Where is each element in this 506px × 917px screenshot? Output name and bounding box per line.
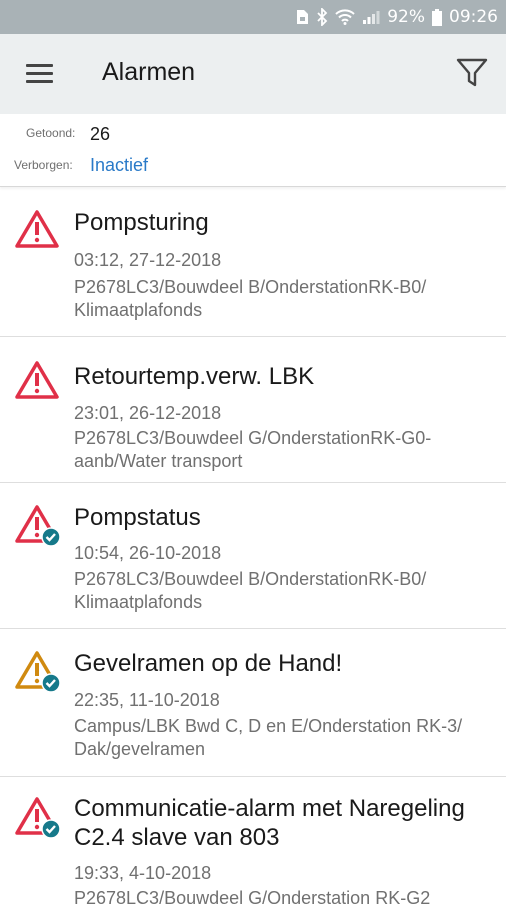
alarm-name: Pompsturing [74,209,209,236]
shown-label: Getoond: [26,126,76,140]
app-bar: Alarmen [0,34,506,114]
alarm-path-line: P2678LC3/Bouwdeel G/OnderstationRK-G0- [74,428,432,448]
hamburger-menu-icon[interactable] [26,63,54,85]
status-bar: 92% 09:26 [0,0,506,34]
warning-triangle-icon [15,210,59,248]
alarm-path: P2678LC3/Bouwdeel B/OnderstationRK-B0/ K… [74,276,494,322]
alarm-path: P2678LC3/Bouwdeel B/OnderstationRK-B0/ K… [74,568,494,614]
alarm-time: 03:12, 27-12-2018 [74,250,222,270]
alarm-name: Pompstatus [74,504,201,531]
alarm-time: 19:33, 4-10-2018 [74,863,212,883]
status-icons: 92% 09:26 [295,0,498,34]
alarm-name: Communicatie-alarm met Naregeling C2.4 s… [74,794,494,852]
alarm-path-line: P2678LC3/Bouwdeel B/OnderstationRK-B0/ [74,569,427,589]
alarm-path-line: P2678LC3/Bouwdeel G/Onderstation RK-G2 [74,888,431,908]
alarm-time: 10:54, 26-10-2018 [74,543,222,563]
alarm-path-line: Campus/LBK Bwd C, D en E/Onderstation RK… [74,716,463,736]
alarm-path: P2678LC3/Bouwdeel G/Onderstation RK-G2 [74,887,494,910]
alarm-item[interactable]: Pompsturing 03:12, 27-12-2018 P2678LC3/B… [0,190,506,337]
page-title: Alarmen [102,58,196,86]
alarm-item[interactable]: Gevelramen op de Hand! 22:35, 11-10-2018… [0,629,506,777]
alarm-item[interactable]: Retourtemp.verw. LBK 23:01, 26-12-2018 P… [0,337,506,483]
battery-percentage: 92% [387,7,425,27]
hidden-label: Verborgen: [14,158,73,172]
shown-count: 26 [90,124,111,144]
alarm-path: Campus/LBK Bwd C, D en E/Onderstation RK… [74,715,494,761]
acknowledged-warning-icon [15,505,61,547]
sim-icon [297,10,309,24]
alarm-path-line: P2678LC3/Bouwdeel B/OnderstationRK-B0/ [74,277,427,297]
acknowledged-warning-icon [15,651,61,693]
alarm-item[interactable]: Pompstatus 10:54, 26-10-2018 P2678LC3/Bo… [0,483,506,629]
clock: 09:26 [449,7,498,27]
alarm-path: P2678LC3/Bouwdeel G/OnderstationRK-G0- a… [74,427,494,473]
alarm-path-line: aanb/Water transport [74,451,243,471]
alarm-name-line: C2.4 slave van 803 [74,824,280,851]
alarm-time: 22:35, 11-10-2018 [74,690,220,710]
alarm-path-line: Dak/gevelramen [74,739,206,759]
filter-icon[interactable] [455,56,489,90]
acknowledged-warning-icon [15,797,61,839]
hidden-filter-link[interactable]: Inactief [90,155,148,176]
alarm-path-line: Klimaatplafonds [74,592,203,612]
alarm-time: 23:01, 26-12-2018 [74,403,222,423]
alarm-summary: Getoond: 26 Verborgen: Inactief [0,114,506,187]
battery-icon [432,8,442,26]
alarm-name: Gevelramen op de Hand! [74,650,343,677]
alarm-name-line: Communicatie-alarm met Naregeling [74,795,465,822]
alarm-item[interactable]: Communicatie-alarm met Naregeling C2.4 s… [0,777,506,917]
warning-triangle-icon [15,361,59,399]
wifi-icon [335,9,355,25]
alarm-name: Retourtemp.verw. LBK [74,363,315,390]
bluetooth-icon [317,8,328,26]
signal-icon [363,11,380,24]
alarm-path-line: Klimaatplafonds [74,300,203,320]
